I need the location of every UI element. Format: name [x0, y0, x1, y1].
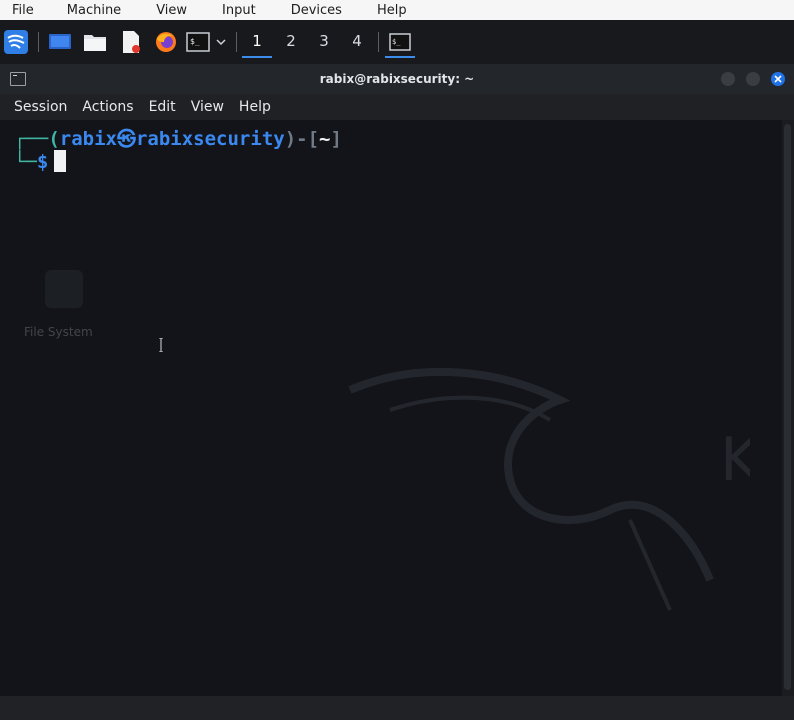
file-manager-icon[interactable]: [82, 29, 108, 55]
vbox-menu-input[interactable]: Input: [210, 3, 256, 18]
scrollbar-thumb[interactable]: [784, 124, 791, 690]
panel-separator: [236, 32, 237, 52]
prompt-corner: └─: [14, 151, 37, 173]
window-title: rabix@rabixsecurity: ~: [319, 72, 475, 86]
window-bottom-edge: [0, 696, 794, 720]
vbox-menu-machine[interactable]: Machine: [55, 3, 121, 18]
terminal-icon: $_: [389, 33, 411, 51]
terminal-output[interactable]: File System K ┌──(rabix㉿rabixsecurity)-[…: [0, 120, 782, 696]
terminal-icon[interactable]: $_: [185, 29, 211, 55]
prompt-line-2: └─$: [14, 150, 67, 173]
maximize-button[interactable]: [746, 72, 760, 86]
vbox-menu-devices[interactable]: Devices: [279, 3, 342, 18]
workspace-3[interactable]: 3: [309, 26, 339, 56]
prompt-dir: ~: [319, 128, 331, 150]
window-titlebar[interactable]: rabix@rabixsecurity: ~: [0, 64, 794, 94]
close-icon: [774, 75, 782, 83]
prompt-user: rabix: [59, 128, 117, 150]
text-cursor: [54, 150, 67, 172]
menu-view[interactable]: View: [191, 99, 224, 115]
menu-help[interactable]: Help: [239, 99, 271, 115]
prompt-close: ]: [330, 128, 342, 150]
panel-separator: [378, 32, 379, 52]
menu-edit[interactable]: Edit: [149, 99, 176, 115]
ibeam-cursor-icon: [159, 338, 163, 352]
workspace-1[interactable]: 1: [242, 26, 272, 58]
terminal-menubar: Session Actions Edit View Help: [0, 94, 794, 120]
vbox-menubar: File Machine View Input Devices Help: [0, 0, 794, 20]
filesystem-icon: [45, 270, 83, 308]
prompt-at: ㉿: [116, 128, 136, 150]
minimize-button[interactable]: [721, 72, 735, 86]
menu-session[interactable]: Session: [14, 99, 67, 115]
taskbar-terminal-button[interactable]: $_: [385, 28, 415, 58]
text-editor-icon[interactable]: [118, 29, 144, 55]
menu-actions[interactable]: Actions: [82, 99, 133, 115]
prompt-mid: )-[: [284, 128, 320, 150]
prompt-symbol: $: [36, 151, 49, 173]
workspace-4[interactable]: 4: [342, 26, 372, 56]
firefox-icon[interactable]: [153, 29, 179, 55]
kali-dragon-icon: K: [348, 367, 750, 611]
filesystem-label: File System: [24, 325, 93, 339]
svg-text:$_: $_: [392, 38, 401, 46]
prompt-open: ┌──(: [14, 128, 60, 150]
dropdown-icon[interactable]: [212, 29, 230, 55]
terminal-window: rabix@rabixsecurity: ~ Session Actions E…: [0, 64, 794, 720]
kali-menu-icon[interactable]: [3, 29, 29, 55]
svg-text:$_: $_: [190, 37, 200, 46]
vbox-menu-view[interactable]: View: [144, 3, 187, 18]
prompt-line-1: ┌──(rabix㉿rabixsecurity)-[~]: [14, 124, 342, 151]
vbox-menu-help[interactable]: Help: [365, 3, 407, 18]
workspace-2[interactable]: 2: [276, 26, 306, 56]
close-button[interactable]: [771, 72, 785, 86]
top-panel: $_ 1 2 3 4 $_: [0, 20, 794, 64]
vertical-scrollbar[interactable]: [782, 120, 794, 696]
desktop-icon[interactable]: [47, 29, 73, 55]
svg-text:K: K: [720, 425, 750, 495]
panel-separator: [38, 32, 39, 52]
prompt-host: rabixsecurity: [135, 128, 285, 150]
vbox-menu-file[interactable]: File: [0, 3, 34, 18]
